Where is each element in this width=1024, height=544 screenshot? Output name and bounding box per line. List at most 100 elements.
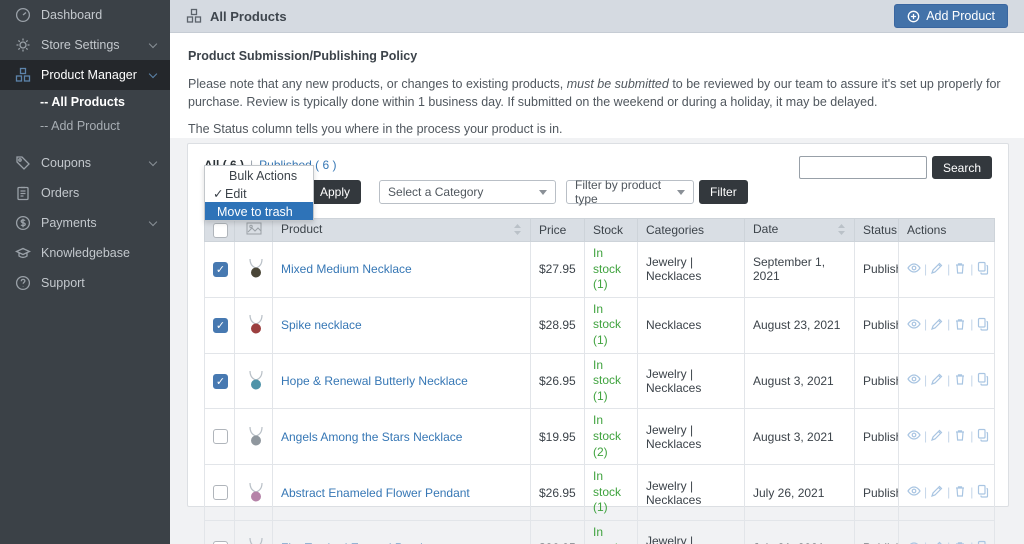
view-icon[interactable] — [907, 317, 921, 334]
view-icon[interactable] — [907, 540, 921, 544]
row-checkbox[interactable] — [213, 262, 228, 277]
product-status: Published — [855, 242, 899, 298]
search-input[interactable] — [799, 156, 927, 179]
copy-icon[interactable] — [976, 484, 990, 501]
row-checkbox[interactable] — [213, 429, 228, 444]
products-table: Product Price Stock Categories Date Stat… — [204, 218, 995, 544]
select-all-checkbox[interactable] — [213, 223, 228, 238]
product-status: Published — [855, 297, 899, 353]
sidebar-item-label: Dashboard — [41, 8, 102, 22]
sidebar-item-dashboard[interactable]: Dashboard — [0, 0, 170, 30]
stock-status: In stock(1) — [593, 246, 629, 293]
bulk-option-edit[interactable]: ✓Edit — [205, 184, 313, 202]
product-categories: Jewelry | Necklaces — [638, 465, 745, 521]
product-price: $26.95 — [531, 353, 585, 409]
copy-icon[interactable] — [976, 540, 990, 544]
trash-icon[interactable] — [953, 540, 967, 544]
sidebar-item-orders[interactable]: Orders — [0, 178, 170, 208]
sidebar-item-payments[interactable]: Payments — [0, 208, 170, 238]
row-checkbox[interactable] — [213, 374, 228, 389]
edit-icon[interactable] — [930, 484, 944, 501]
sidebar-item-coupons[interactable]: Coupons — [0, 148, 170, 178]
column-header-product[interactable]: Product — [273, 219, 531, 242]
sidebar-item-store-settings[interactable]: Store Settings — [0, 30, 170, 60]
copy-icon[interactable] — [976, 317, 990, 334]
product-thumbnail — [243, 368, 269, 394]
view-icon[interactable] — [907, 484, 921, 501]
sort-icon[interactable] — [837, 224, 846, 238]
edit-icon[interactable] — [930, 428, 944, 445]
add-product-button[interactable]: Add Product — [894, 4, 1008, 28]
edit-icon[interactable] — [930, 261, 944, 278]
bulk-option-bulk-actions[interactable]: Bulk Actions — [205, 166, 313, 184]
app-window: Dashboard Store Settings Product Manager… — [0, 0, 1024, 544]
product-status: Published — [855, 465, 899, 521]
trash-icon[interactable] — [953, 372, 967, 389]
copy-icon[interactable] — [976, 372, 990, 389]
edit-icon[interactable] — [930, 372, 944, 389]
product-price: $28.95 — [531, 297, 585, 353]
sort-icon[interactable] — [513, 224, 522, 238]
product-thumbnail — [243, 535, 269, 544]
view-icon[interactable] — [907, 261, 921, 278]
sidebar-item-support[interactable]: Support — [0, 268, 170, 298]
graduation-cap-icon — [14, 245, 31, 262]
copy-icon[interactable] — [976, 428, 990, 445]
column-header-stock: Stock — [585, 219, 638, 242]
table-row: Fire Torched Enamel Pendant $26.95 In st… — [205, 520, 995, 544]
table-header-row: Product Price Stock Categories Date Stat… — [205, 219, 995, 242]
bulk-option-move-to-trash[interactable]: Move to trash — [205, 202, 313, 220]
chevron-down-icon — [149, 39, 157, 47]
policy-heading: Product Submission/Publishing Policy — [188, 47, 1006, 65]
check-icon: ✓ — [213, 186, 225, 202]
product-status: Published — [855, 353, 899, 409]
product-name-link[interactable]: Angels Among the Stars Necklace — [281, 430, 462, 444]
product-price: $26.95 — [531, 520, 585, 544]
product-name-link[interactable]: Spike necklace — [281, 318, 362, 332]
apply-button[interactable]: Apply — [309, 180, 361, 204]
sidebar-item-label: Knowledgebase — [41, 246, 130, 260]
product-date: August 23, 2021 — [745, 297, 855, 353]
product-thumbnail — [243, 256, 269, 282]
dashboard-icon — [14, 7, 31, 24]
row-checkbox[interactable] — [213, 318, 228, 333]
sidebar-subitem-all-products[interactable]: -- All Products — [0, 90, 170, 114]
sidebar-subitem-add-product[interactable]: -- Add Product — [0, 114, 170, 138]
trash-icon[interactable] — [953, 317, 967, 334]
policy-paragraph-1: Please note that any new products, or ch… — [188, 75, 1006, 111]
table-row: Angels Among the Stars Necklace $19.95 I… — [205, 409, 995, 465]
product-name-link[interactable]: Hope & Renewal Butterly Necklace — [281, 374, 468, 388]
stock-status: In stock(1) — [593, 302, 629, 349]
product-thumbnail — [243, 312, 269, 338]
view-icon[interactable] — [907, 372, 921, 389]
caret-down-icon — [539, 190, 547, 195]
product-date: August 3, 2021 — [745, 353, 855, 409]
trash-icon[interactable] — [953, 484, 967, 501]
sidebar-item-product-manager[interactable]: Product Manager — [0, 60, 170, 90]
edit-icon[interactable] — [930, 540, 944, 544]
trash-icon[interactable] — [953, 261, 967, 278]
image-column-icon — [246, 224, 262, 238]
stock-status: In stock(1) — [593, 469, 629, 516]
question-icon — [14, 275, 31, 292]
copy-icon[interactable] — [976, 261, 990, 278]
policy-notice: Product Submission/Publishing Policy Ple… — [170, 34, 1024, 138]
search-button[interactable]: Search — [932, 156, 992, 179]
view-icon[interactable] — [907, 428, 921, 445]
product-name-link[interactable]: Abstract Enameled Flower Pendant — [281, 486, 470, 500]
chevron-down-icon — [149, 157, 157, 165]
product-price: $26.95 — [531, 465, 585, 521]
trash-icon[interactable] — [953, 428, 967, 445]
category-select[interactable]: Select a Category — [379, 180, 556, 204]
filter-button[interactable]: Filter — [699, 180, 748, 204]
product-categories: Jewelry | Necklaces — [638, 409, 745, 465]
sidebar-item-label: Orders — [41, 186, 79, 200]
edit-icon[interactable] — [930, 317, 944, 334]
sidebar-item-knowledgebase[interactable]: Knowledgebase — [0, 238, 170, 268]
product-type-select[interactable]: Filter by product type — [566, 180, 694, 204]
table-row: Abstract Enameled Flower Pendant $26.95 … — [205, 465, 995, 521]
product-name-link[interactable]: Mixed Medium Necklace — [281, 262, 412, 276]
row-checkbox[interactable] — [213, 485, 228, 500]
stock-status: In stock(1) — [593, 358, 629, 405]
column-header-date[interactable]: Date — [745, 219, 855, 242]
